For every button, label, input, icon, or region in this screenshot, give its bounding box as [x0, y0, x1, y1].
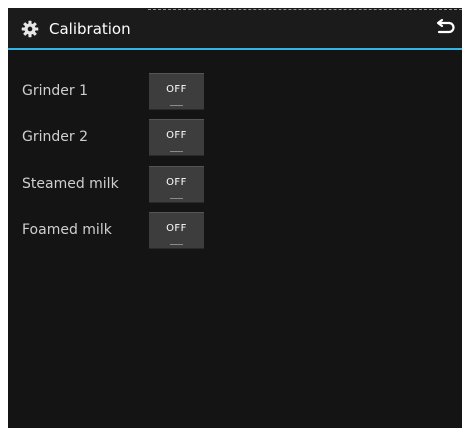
title-tab: Calibration	[8, 8, 148, 48]
toggle-state: OFF	[166, 177, 187, 188]
title-bar: Calibration	[8, 8, 462, 48]
toggle-indicator	[170, 244, 183, 245]
steamed-milk-toggle[interactable]: OFF	[149, 166, 204, 203]
back-arrow-icon[interactable]	[434, 18, 456, 38]
foamed-milk-toggle[interactable]: OFF	[149, 212, 204, 249]
grinder-2-label: Grinder 2	[22, 129, 88, 145]
grinder-1-label: Grinder 1	[22, 83, 88, 99]
toggle-state: OFF	[166, 84, 187, 95]
accent-divider	[8, 48, 462, 50]
page-title: Calibration	[49, 20, 131, 38]
toggle-indicator	[170, 105, 183, 106]
title-divider	[148, 9, 462, 10]
grinder-1-toggle[interactable]: OFF	[149, 73, 204, 110]
toggle-state: OFF	[166, 130, 187, 141]
toggle-indicator	[170, 151, 183, 152]
gear-icon	[21, 20, 39, 38]
foamed-milk-label: Foamed milk	[22, 222, 112, 238]
toggle-indicator	[170, 198, 183, 199]
grinder-2-toggle[interactable]: OFF	[149, 119, 204, 156]
steamed-milk-label: Steamed milk	[22, 176, 119, 192]
calibration-screen: Calibration Grinder 1 OFF Grinder 2 OFF …	[8, 8, 462, 428]
toggle-state: OFF	[166, 223, 187, 234]
